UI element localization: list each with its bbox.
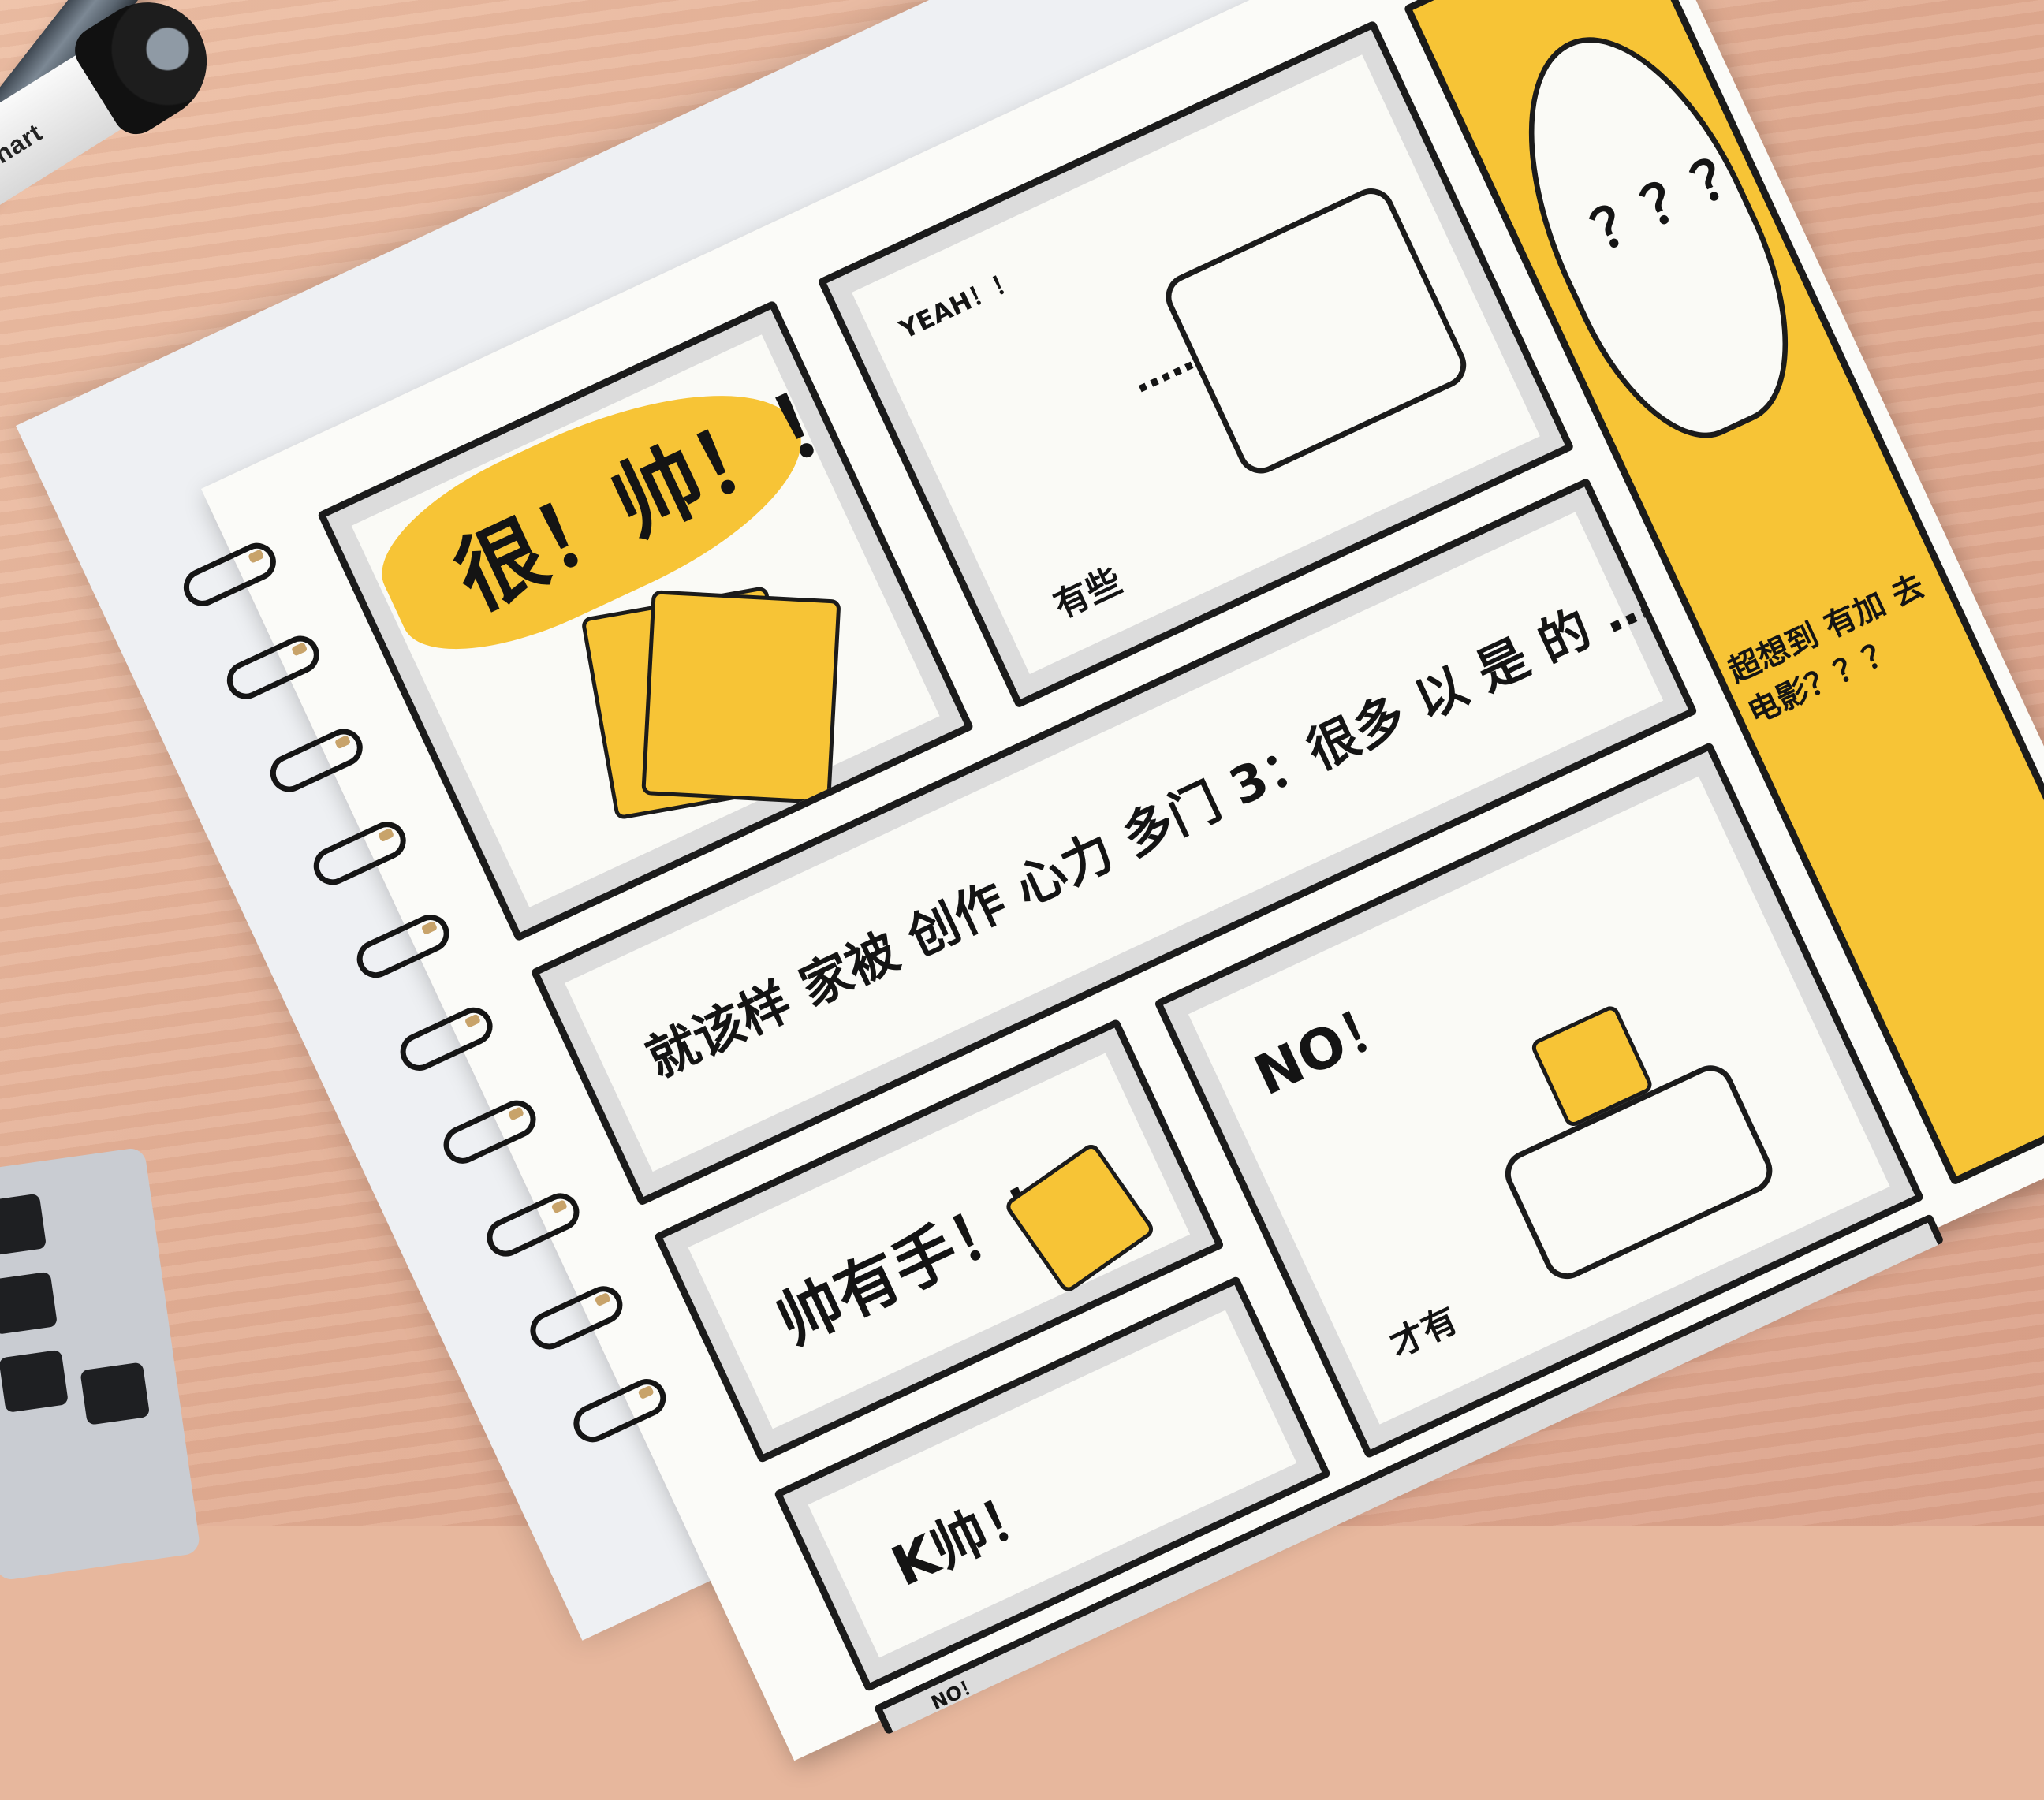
laptop-key: [0, 1193, 47, 1257]
spiral-ring: [177, 536, 282, 613]
spiral-ring: [567, 1373, 673, 1449]
laptop-key: [0, 1349, 69, 1414]
spiral-ring: [263, 722, 369, 799]
spiral-ring: [524, 1280, 629, 1356]
spiral-ring: [307, 815, 412, 892]
panel-4-caption: 超想到 有加 去电影？？？: [1722, 568, 1930, 732]
spiral-ring: [221, 629, 326, 706]
yellow-cards: [641, 590, 841, 805]
spiral-ring: [480, 1187, 586, 1263]
laptop-key: [0, 1271, 58, 1336]
panel-8-no: NO！: [927, 1672, 983, 1715]
laptop-key: [80, 1362, 151, 1425]
spiral-ring: [437, 1094, 543, 1170]
spiral-ring: [394, 1001, 499, 1077]
spiral-ring: [350, 908, 456, 985]
